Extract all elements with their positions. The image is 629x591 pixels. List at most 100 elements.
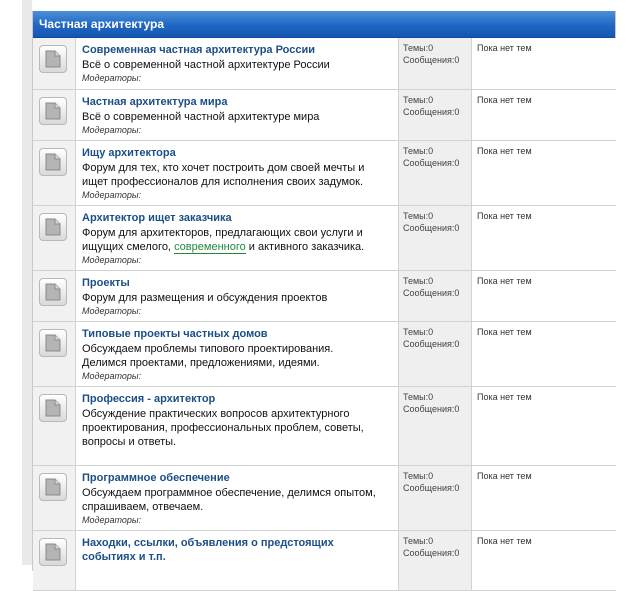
last-post-text: Пока нет тем (477, 535, 532, 546)
document-icon[interactable] (39, 212, 67, 241)
title-line: событиях и т.п. (82, 550, 166, 563)
last-post-cell: Пока нет тем (471, 465, 616, 531)
forum-description: Форум для тех, кто хочет построить дом с… (82, 161, 393, 189)
forum-row: Находки, ссылки, объявления о предстоящи… (33, 530, 616, 591)
posts-count: Сообщения:0 (403, 287, 460, 298)
posts-count: Сообщения:0 (403, 106, 460, 117)
last-post-cell: Пока нет тем (471, 38, 616, 90)
last-post-text: Пока нет тем (477, 94, 532, 105)
description-line: ищет профессионалов для исполнения своих… (82, 175, 364, 188)
description-line: Обсуждаем программное обеспечение, делим… (82, 486, 376, 499)
last-post-cell: Пока нет тем (471, 205, 616, 271)
description-line: ищущих смелого, современного и активного… (82, 240, 393, 254)
document-icon[interactable] (39, 328, 67, 357)
posts-count: Сообщения:0 (403, 157, 460, 168)
document-icon[interactable] (39, 537, 67, 566)
highlight-link[interactable]: современного (174, 240, 246, 254)
document-icon[interactable] (39, 96, 67, 125)
description-text: и активного заказчика. (248, 240, 365, 253)
forum-icon-cell (33, 530, 76, 591)
document-icon[interactable] (39, 393, 67, 422)
posts-count: Сообщения:0 (403, 403, 460, 414)
moderators-label: Модераторы: (82, 370, 142, 381)
description-line: Обсуждаем проблемы типового проектирован… (82, 342, 334, 355)
last-post-cell: Пока нет тем (471, 89, 616, 141)
forum-row: Ищу архитектора Форум для тех, кто хочет… (33, 140, 616, 206)
forum-icon-cell (33, 38, 76, 90)
last-post-text: Пока нет тем (477, 145, 532, 156)
forum-description: Обсуждаем проблемы типового проектирован… (82, 342, 393, 370)
topics-count: Темы:0 (403, 94, 434, 105)
forum-title-link[interactable]: Находки, ссылки, объявления о предстоящи… (82, 536, 393, 564)
description-line: Форум для архитекторов, предлагающих сво… (82, 226, 363, 239)
last-post-text: Пока нет тем (477, 326, 532, 337)
topics-count: Темы:0 (403, 145, 434, 156)
forum-description: Обсуждаем программное обеспечение, делим… (82, 486, 393, 514)
category-header[interactable]: Частная архитектура (33, 11, 615, 38)
forum-title-link[interactable]: Проекты (82, 276, 393, 290)
document-icon[interactable] (39, 277, 67, 306)
topics-count: Темы:0 (403, 391, 434, 402)
forum-title-link[interactable]: Профессия - архитектор (82, 392, 393, 406)
forum-row: Архитектор ищет заказчика Форум для архи… (33, 205, 616, 271)
forum-stats-cell: Темы:0 Сообщения:0 (398, 205, 472, 271)
description-line: Делимся проектами, предложениями, идеями… (82, 356, 320, 369)
left-margin-strip (22, 0, 32, 565)
forum-info-cell: Современная частная архитектура России В… (75, 38, 399, 90)
forum-title-link[interactable]: Архитектор ищет заказчика (82, 211, 393, 225)
forum-icon-cell (33, 205, 76, 271)
last-post-text: Пока нет тем (477, 43, 532, 53)
last-post-cell: Пока нет тем (471, 530, 616, 591)
document-icon[interactable] (39, 472, 67, 501)
forum-stats-cell: Темы:0 Сообщения:0 (398, 38, 472, 90)
forum-row: Частная архитектура мира Всё о современн… (33, 89, 616, 141)
last-post-text: Пока нет тем (477, 210, 532, 221)
forum-title-link[interactable]: Типовые проекты частных домов (82, 327, 393, 341)
forum-info-cell: Программное обеспечение Обсуждаем програ… (75, 465, 399, 531)
posts-count: Сообщения:0 (403, 338, 460, 349)
moderators-label: Модераторы: (82, 189, 142, 200)
forum-row: Профессия - архитектор Обсуждение практи… (33, 386, 616, 466)
topics-count: Темы:0 (403, 326, 434, 337)
forum-icon-cell (33, 465, 76, 531)
forum-title-link[interactable]: Программное обеспечение (82, 471, 393, 485)
forum-row: Современная частная архитектура России В… (33, 38, 616, 90)
last-post-cell: Пока нет тем (471, 321, 616, 387)
forum-title-link[interactable]: Частная архитектура мира (82, 95, 393, 109)
document-icon[interactable] (39, 147, 67, 176)
description-line: проектирования, профессиональных проблем… (82, 421, 364, 434)
topics-count: Темы:0 (403, 275, 434, 286)
moderators-label: Модераторы: (82, 514, 142, 525)
forum-stats-cell: Темы:0 Сообщения:0 (398, 270, 472, 322)
topics-count: Темы:0 (403, 43, 434, 53)
document-icon[interactable] (39, 45, 67, 73)
forum-info-cell: Частная архитектура мира Всё о современн… (75, 89, 399, 141)
last-post-text: Пока нет тем (477, 470, 532, 481)
last-post-cell: Пока нет тем (471, 140, 616, 206)
topics-count: Темы:0 (403, 470, 434, 481)
forum-info-cell: Ищу архитектора Форум для тех, кто хочет… (75, 140, 399, 206)
forum-icon-cell (33, 140, 76, 206)
forum-info-cell: Архитектор ищет заказчика Форум для архи… (75, 205, 399, 271)
forum-row: Проекты Форум для размещения и обсуждени… (33, 270, 616, 322)
forum-list: Современная частная архитектура России В… (33, 38, 616, 591)
last-post-text: Пока нет тем (477, 275, 532, 286)
forum-icon-cell (33, 89, 76, 141)
last-post-cell: Пока нет тем (471, 386, 616, 466)
posts-count: Сообщения:0 (403, 547, 460, 558)
moderators-label: Модераторы: (82, 124, 142, 135)
description-line: Форум для тех, кто хочет построить дом с… (82, 161, 365, 174)
moderators-label: Модераторы: (82, 254, 142, 265)
forum-icon-cell (33, 386, 76, 466)
forum-info-cell: Находки, ссылки, объявления о предстоящи… (75, 530, 399, 591)
forum-description: Форум для архитекторов, предлагающих сво… (82, 226, 393, 254)
forum-info-cell: Профессия - архитектор Обсуждение практи… (75, 386, 399, 466)
moderators-label: Модераторы: (82, 305, 142, 316)
forum-title-link[interactable]: Ищу архитектора (82, 146, 393, 160)
forum-title-link[interactable]: Современная частная архитектура России (82, 43, 393, 57)
description-line: вопросы и ответы. (82, 435, 177, 448)
forum-info-cell: Типовые проекты частных домов Обсуждаем … (75, 321, 399, 387)
forum-row: Типовые проекты частных домов Обсуждаем … (33, 321, 616, 387)
forum-stats-cell: Темы:0 Сообщения:0 (398, 89, 472, 141)
forum-description: Форум для размещения и обсуждения проект… (82, 291, 328, 304)
